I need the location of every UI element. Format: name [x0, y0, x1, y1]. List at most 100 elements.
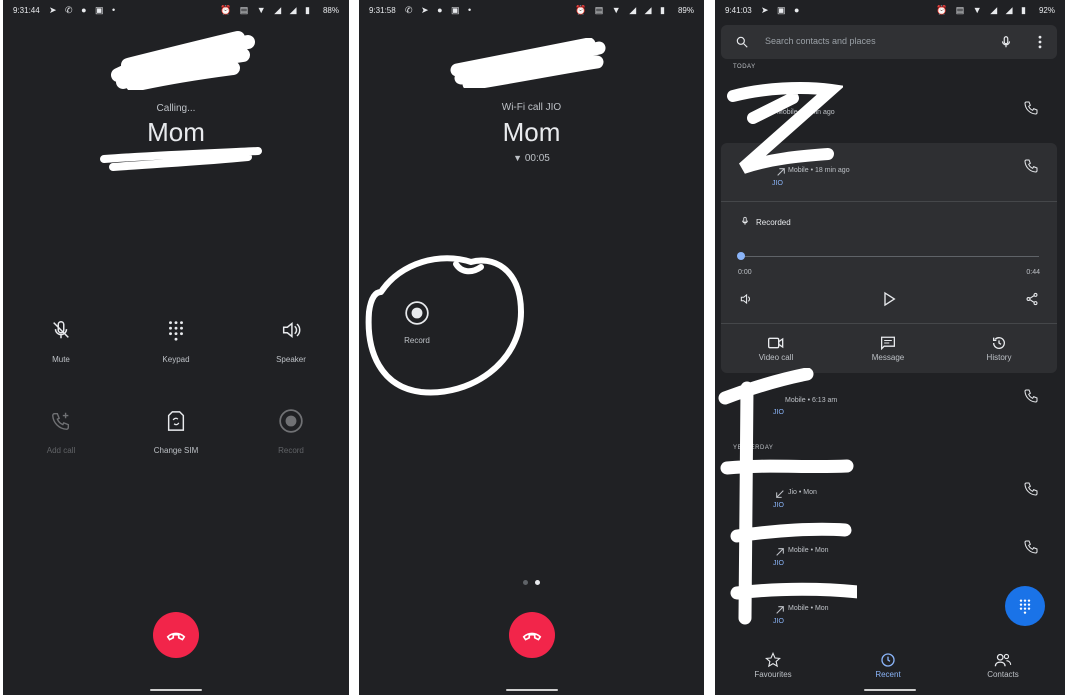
wifi-icon: ▼: [513, 153, 523, 163]
status-bar: 9:41:03 ➤ ▣ ● ⏰ ▤ ▼ ◢ ◢ ▮ 92%: [715, 0, 1065, 22]
dialpad-fab[interactable]: [1005, 586, 1045, 626]
status-bar: 9:31:58 ✆ ➤ ● ▣ • ⏰ ▤ ▼ ◢ ◢ ▮ 89%: [359, 0, 704, 22]
page-dot-2: [535, 580, 540, 585]
change-sim-label: Change SIM: [153, 446, 199, 455]
home-indicator[interactable]: [150, 689, 202, 691]
search-icon: [736, 36, 748, 48]
clock-icon: [848, 650, 928, 670]
history-label: History: [986, 353, 1012, 362]
duration-text: 00:05: [524, 153, 550, 164]
recent-calls-screen: 9:41:03 ➤ ▣ ● ⏰ ▤ ▼ ◢ ◢ ▮ 92% Search con…: [715, 0, 1065, 695]
change-sim-button[interactable]: Change SIM: [131, 408, 221, 455]
tab-label: Recent: [875, 670, 901, 679]
dialpad-icon: [1019, 599, 1031, 614]
call-back-icon[interactable]: [1023, 158, 1039, 174]
sim-swap-icon: [131, 408, 221, 434]
speaker-icon: [246, 317, 336, 343]
record-label: Record: [404, 336, 430, 345]
redaction-scribble: [108, 30, 258, 90]
tab-favourites[interactable]: Favourites: [733, 650, 813, 679]
mic-icon: [742, 216, 748, 225]
battery-percent: 88%: [322, 6, 339, 15]
system-icons: ⏰ ▤ ▼ ◢ ◢ ▮: [575, 5, 668, 15]
status-time: 9:31:44: [13, 6, 40, 15]
speaker-button[interactable]: Speaker: [246, 317, 336, 364]
add-call-button[interactable]: Add call: [16, 408, 106, 455]
mic-off-icon: [16, 317, 106, 343]
star-icon: [733, 650, 813, 670]
record-label: Record: [278, 446, 304, 455]
section-header-today: TODAY: [733, 64, 756, 70]
history-icon: [959, 333, 1039, 353]
call-type-label: Wi-Fi call JIO: [501, 102, 562, 113]
contact-name: Mom: [502, 117, 561, 147]
call-duration: ▼ 00:05: [359, 153, 704, 164]
redaction-scribble: [449, 38, 609, 88]
system-icons: ⏰ ▤ ▼ ◢ ◢ ▮: [220, 5, 313, 15]
hang-up-icon: [522, 632, 542, 641]
search-placeholder: Search contacts and places: [765, 36, 876, 46]
video-call-action[interactable]: Video call: [736, 333, 816, 362]
redaction-scribble: [723, 78, 843, 188]
end-call-button[interactable]: [153, 612, 199, 658]
search-bar[interactable]: Search contacts and places: [721, 25, 1057, 59]
call-back-icon[interactable]: [1023, 388, 1039, 404]
tab-recent[interactable]: Recent: [848, 650, 928, 679]
time-end: 0:44: [1026, 269, 1040, 276]
mute-button[interactable]: Mute: [16, 317, 106, 364]
status-time: 9:31:58: [369, 6, 396, 15]
keypad-button[interactable]: Keypad: [131, 317, 221, 364]
speaker-label: Speaker: [276, 355, 306, 364]
time-start: 0:00: [738, 269, 752, 276]
message-icon: [848, 333, 928, 353]
playback-thumb[interactable]: [737, 252, 745, 260]
system-icons: ⏰ ▤ ▼ ◢ ◢ ▮: [936, 5, 1029, 15]
keypad-label: Keypad: [162, 355, 190, 364]
end-call-button[interactable]: [509, 612, 555, 658]
call-back-icon[interactable]: [1023, 100, 1039, 116]
record-button[interactable]: Record: [246, 408, 336, 455]
playback-track[interactable]: [741, 256, 1039, 257]
status-time: 9:41:03: [725, 6, 752, 15]
battery-percent: 89%: [677, 6, 694, 15]
record-icon: [246, 408, 336, 434]
video-call-label: Video call: [758, 353, 794, 362]
call-status-label: Calling...: [156, 103, 196, 114]
play-icon[interactable]: [881, 290, 897, 308]
call-back-icon[interactable]: [1023, 481, 1039, 497]
message-action[interactable]: Message: [848, 333, 928, 362]
redaction-scribble: [717, 368, 857, 638]
tab-contacts[interactable]: Contacts: [963, 650, 1043, 679]
home-indicator[interactable]: [864, 689, 916, 691]
redaction-scribble: [98, 145, 268, 175]
voice-search-icon[interactable]: [999, 34, 1013, 50]
message-label: Message: [871, 353, 905, 362]
video-camera-icon: [736, 333, 816, 353]
mute-label: Mute: [52, 355, 70, 364]
calling-screen: 9:31:44 ➤ ✆ ● ▣ • ⏰ ▤ ▼ ◢ ◢ ▮ 88% Callin…: [3, 0, 349, 695]
tab-label: Favourites: [754, 670, 792, 679]
notification-icons: ➤ ▣ ●: [761, 5, 803, 15]
record-button[interactable]: Record: [372, 300, 462, 345]
recorded-label: Recorded: [756, 218, 791, 227]
battery-percent: 92%: [1038, 6, 1055, 15]
add-call-icon: [16, 408, 106, 434]
people-icon: [963, 650, 1043, 670]
home-indicator[interactable]: [506, 689, 558, 691]
volume-icon[interactable]: [739, 292, 753, 306]
tab-label: Contacts: [987, 670, 1019, 679]
active-call-screen: 9:31:58 ✆ ➤ ● ▣ • ⏰ ▤ ▼ ◢ ◢ ▮ 89% Wi-Fi …: [359, 0, 704, 695]
history-action[interactable]: History: [959, 333, 1039, 362]
hang-up-icon: [166, 632, 186, 641]
divider: [721, 201, 1057, 202]
more-options-icon[interactable]: [1037, 35, 1043, 49]
add-call-label: Add call: [46, 446, 76, 455]
status-bar: 9:31:44 ➤ ✆ ● ▣ • ⏰ ▤ ▼ ◢ ◢ ▮ 88%: [3, 0, 349, 22]
record-icon: [372, 300, 462, 326]
dialpad-icon: [131, 317, 221, 343]
contact-name: Mom: [147, 117, 205, 147]
call-back-icon[interactable]: [1023, 539, 1039, 555]
page-dot-1: [523, 580, 528, 585]
share-icon[interactable]: [1025, 291, 1039, 307]
divider: [721, 323, 1057, 324]
